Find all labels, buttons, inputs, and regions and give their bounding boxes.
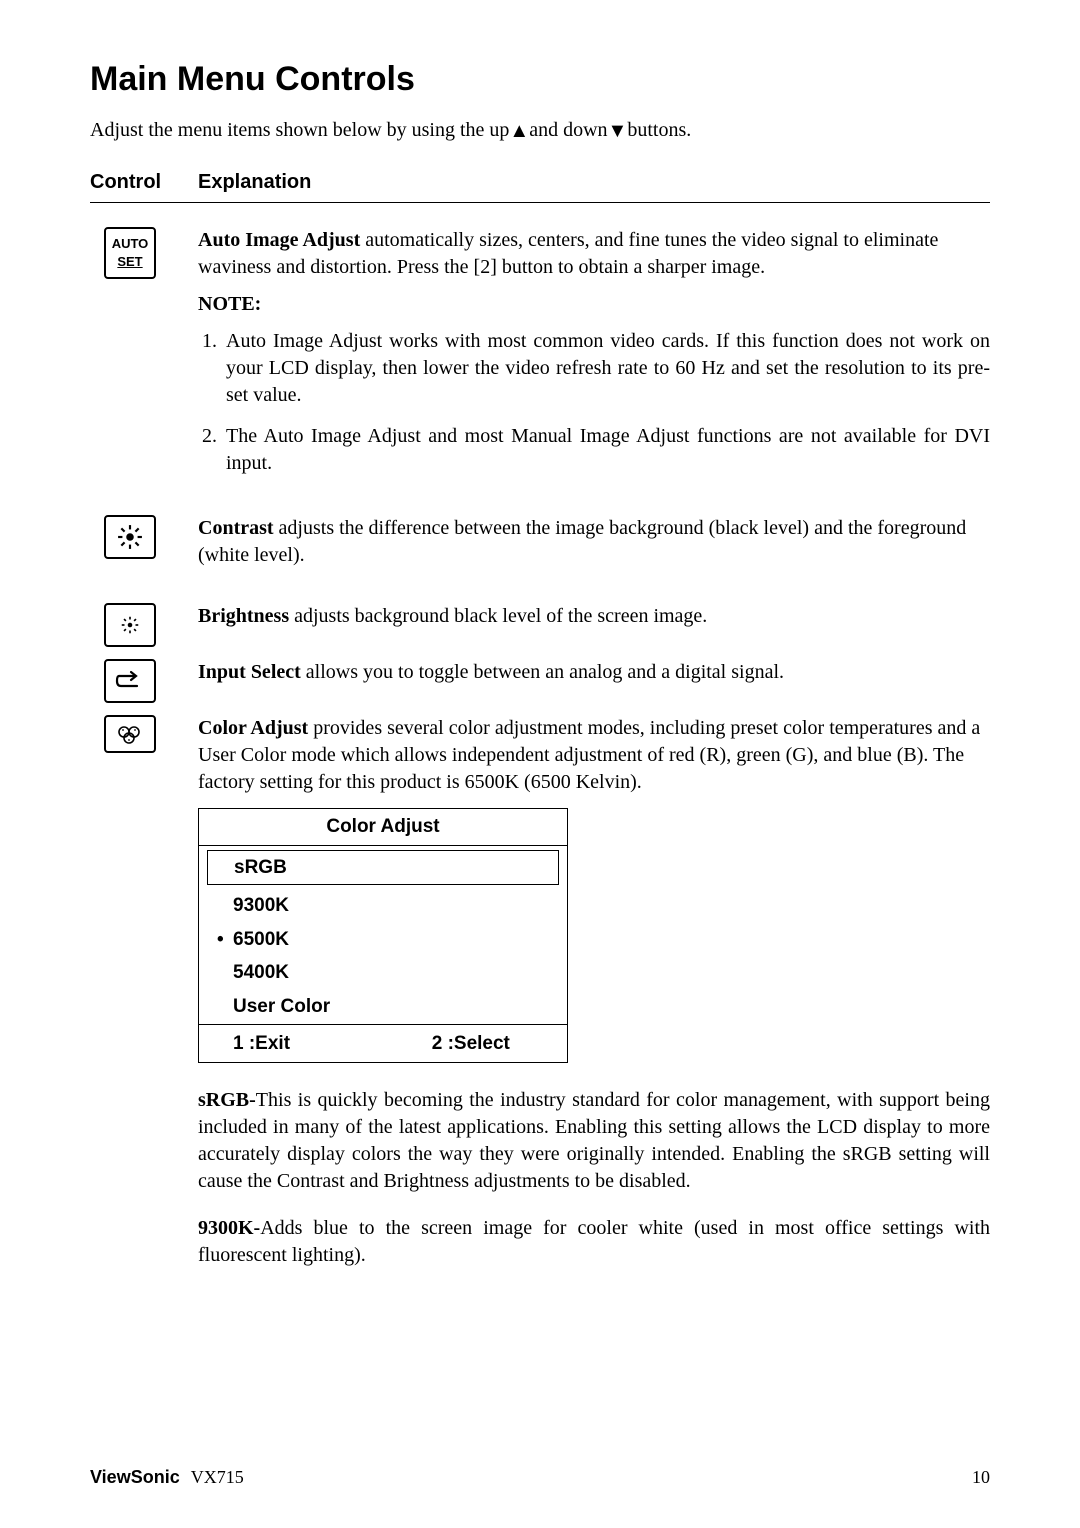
ca-row-usercolor: User Color (199, 990, 567, 1024)
ca-body: sRGB 9300K 6500K 5400K User Color (198, 845, 568, 1024)
ca-footer-exit: 1 :Exit (199, 1031, 432, 1057)
color-bold: Color Adjust (198, 717, 308, 739)
sun-small-icon (119, 614, 141, 636)
auto-note-2: The Auto Image Adjust and most Manual Im… (222, 423, 990, 477)
header-control: Control (90, 171, 198, 194)
srgb-bold: sRGB- (198, 1089, 256, 1111)
auto-desc: Auto Image Adjust automatically sizes, c… (198, 227, 990, 281)
srgb-rest: This is quickly becoming the industry st… (198, 1089, 990, 1192)
entry-contrast: Contrast adjusts the difference between … (90, 515, 990, 579)
color-adjust-icon (104, 715, 156, 753)
entry-input: Input Select allows you to toggle betwee… (90, 659, 990, 703)
k9300-rest: Adds blue to the screen image for cooler… (198, 1217, 990, 1266)
ca-title: Color Adjust (198, 808, 568, 845)
ca-row-5400k: 5400K (199, 956, 567, 990)
triangle-down-icon: ▼ (608, 120, 628, 143)
color-adjust-menu: Color Adjust sRGB 9300K 6500K 5400K User… (198, 808, 568, 1063)
ca-row-srgb: sRGB (207, 850, 559, 886)
arrow-swap-icon (115, 669, 145, 693)
column-headers: Control Explanation (90, 171, 990, 194)
page-footer: ViewSonic VX715 10 (90, 1467, 990, 1488)
input-select-icon (104, 659, 156, 703)
input-bold: Input Select (198, 661, 301, 683)
page-title: Main Menu Controls (90, 60, 990, 99)
header-explanation: Explanation (198, 171, 990, 194)
color-rest: provides several color adjustment modes,… (198, 717, 980, 793)
intro-pre: Adjust the menu items shown below by usi… (90, 119, 509, 141)
auto-note2-text: The Auto Image Adjust and most Manual Im… (226, 425, 990, 474)
entry-auto: AUTO SET Auto Image Adjust automatically… (90, 227, 990, 491)
footer-left: ViewSonic VX715 (90, 1467, 244, 1488)
contrast-rest: adjusts the difference between the image… (198, 517, 966, 566)
k9300-bold: 9300K- (198, 1217, 260, 1239)
auto-lead-bold: Auto Image Adjust (198, 229, 360, 251)
contrast-desc: Contrast adjusts the difference between … (198, 515, 990, 569)
divider (90, 202, 990, 203)
brightness-rest: adjusts background black level of the sc… (289, 605, 707, 627)
entry-brightness: Brightness adjusts background black leve… (90, 603, 990, 647)
contrast-icon (104, 515, 156, 559)
color-desc: Color Adjust provides several color adju… (198, 715, 990, 796)
contrast-bold: Contrast (198, 517, 274, 539)
note-label: NOTE: (198, 291, 990, 318)
auto-set-icon: AUTO SET (104, 227, 156, 279)
entry-color: Color Adjust provides several color adju… (90, 715, 990, 1279)
intro-text: Adjust the menu items shown below by usi… (90, 119, 990, 143)
auto-icon-line2: SET (117, 253, 142, 271)
footer-brand: ViewSonic (90, 1467, 180, 1487)
intro-mid: and down (529, 119, 607, 141)
ca-row-6500k: 6500K (199, 923, 567, 957)
input-desc: Input Select allows you to toggle betwee… (198, 659, 990, 686)
footer-model: VX715 (191, 1467, 244, 1487)
intro-post: buttons. (627, 119, 691, 141)
rgb-circles-icon (112, 723, 148, 745)
auto-notes: Auto Image Adjust works with most common… (198, 328, 990, 477)
auto-note-1: Auto Image Adjust works with most common… (222, 328, 990, 409)
triangle-up-icon: ▲ (509, 120, 529, 143)
k9300-desc: 9300K-Adds blue to the screen image for … (198, 1215, 990, 1269)
footer-page: 10 (972, 1467, 990, 1488)
ca-footer: 1 :Exit 2 :Select (198, 1024, 568, 1064)
auto-icon-line1: AUTO (112, 235, 149, 253)
brightness-desc: Brightness adjusts background black leve… (198, 603, 990, 630)
brightness-bold: Brightness (198, 605, 289, 627)
auto-note1-text: Auto Image Adjust works with most common… (226, 330, 990, 406)
ca-footer-select: 2 :Select (432, 1031, 567, 1057)
sun-large-icon (117, 524, 143, 550)
ca-row-9300k: 9300K (199, 889, 567, 923)
brightness-icon (104, 603, 156, 647)
srgb-desc: sRGB-This is quickly becoming the indust… (198, 1087, 990, 1195)
input-rest: allows you to toggle between an analog a… (301, 661, 784, 683)
